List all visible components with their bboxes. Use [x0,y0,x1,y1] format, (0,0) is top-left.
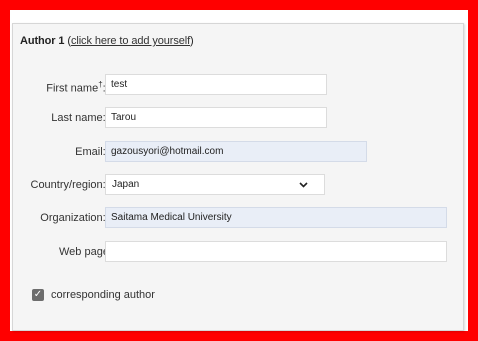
last-name-label: Last name:* [51,107,112,129]
email-input[interactable]: gazousyori@hotmail.com [105,141,367,162]
add-yourself-link[interactable]: click here to add yourself [71,35,190,47]
author-heading: Author 1 (click here to add yourself) [20,35,194,47]
author-form-panel: Author 1 (click here to add yourself) Fi… [10,10,468,331]
author-title: Author 1 [20,35,65,47]
organization-row: Organization:* Saitama Medical Universit… [10,207,458,229]
first-name-row: First name†:* test [10,74,458,96]
organization-input[interactable]: Saitama Medical University [105,207,447,228]
corresponding-author-label: corresponding author [51,289,155,301]
organization-label: Organization:* [40,207,112,229]
country-selected-value: Japan [112,179,140,190]
chevron-down-icon [299,175,308,201]
email-row: Email:* gazousyori@hotmail.com [10,141,458,163]
country-select[interactable]: Japan [105,174,325,195]
web-page-input[interactable] [105,241,447,262]
country-row: Country/region:* Japan [10,174,458,196]
web-page-row: Web page: [10,241,458,263]
dagger-mark: † [98,80,103,89]
last-name-input[interactable]: Tarou [105,107,327,128]
corresponding-author-checkbox[interactable]: ✓ [32,289,44,301]
last-name-row: Last name:* Tarou [10,107,458,129]
first-name-input[interactable]: test [105,74,327,95]
first-name-label: First name†:* [46,74,112,96]
country-label: Country/region:* [31,174,113,196]
